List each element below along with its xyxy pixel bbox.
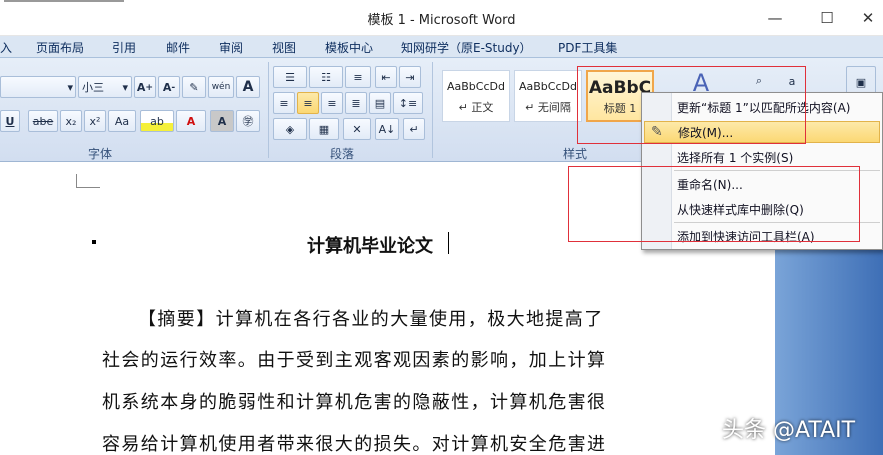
numbered-list-icon: ☷: [321, 70, 331, 84]
numbering-button[interactable]: ☷: [309, 66, 343, 88]
enclose-char-icon: ㊫: [242, 115, 254, 128]
ribbon-tabs: 入 页面布局 引用 邮件 审阅 视图 模板中心 知网研学（原E-Study） P…: [0, 36, 883, 58]
distribute-icon: ▤: [374, 96, 386, 110]
group-divider: [268, 62, 269, 158]
sort-icon: A↓: [378, 122, 396, 136]
pilcrow-icon: ↵: [409, 122, 419, 136]
watermark: 头条 @ATAIT: [722, 418, 856, 443]
char-border-icon: A: [242, 79, 254, 95]
font-size-combo[interactable]: 小三 ▾: [78, 76, 132, 98]
tab-template-center[interactable]: 模板中心: [325, 39, 373, 56]
bullets-button[interactable]: ☰: [273, 66, 307, 88]
eraser-icon: ✎: [189, 80, 199, 94]
word-window: 模板 1 - Microsoft Word — ☐ ✕ 入 页面布局 引用 邮件…: [0, 0, 883, 455]
char-border-button[interactable]: A: [236, 76, 260, 98]
tab-mailings[interactable]: 邮件: [166, 39, 190, 56]
superscript-button[interactable]: x²: [84, 110, 106, 132]
borders-button[interactable]: ▦: [309, 118, 339, 140]
document-icon: ▣: [855, 75, 867, 89]
enclose-char-button[interactable]: ㊫: [236, 110, 260, 132]
justify-button[interactable]: ≣: [345, 92, 367, 114]
bullet-list-icon: ☰: [285, 70, 295, 84]
window-tab-strip: [4, 0, 124, 4]
font-color-button[interactable]: A: [176, 110, 206, 132]
menu-item-select-all-instances[interactable]: 选择所有 1 个实例(S): [644, 146, 880, 168]
window-title: 模板 1 - Microsoft Word: [367, 13, 516, 28]
text-cursor: [448, 232, 449, 254]
margin-corner-mark: [76, 174, 100, 188]
document-line[interactable]: 容易给计算机使用者带来很大的损失。对计算机安全危害进: [102, 430, 606, 455]
highlighter-icon: ab: [150, 114, 164, 128]
font-size-value: 小三: [82, 81, 104, 94]
char-shading-button[interactable]: A: [210, 110, 234, 132]
subscript-button[interactable]: x₂: [60, 110, 82, 132]
tab-insert[interactable]: 入: [0, 39, 12, 56]
style-sample: AaBbCcDd: [519, 80, 577, 93]
shrink-font-button[interactable]: A-: [158, 76, 180, 98]
style-name: ↵ 正文: [458, 101, 494, 114]
font-name-combo[interactable]: ▾: [0, 76, 76, 98]
highlight-annotation-box: [568, 166, 860, 242]
align-left-button[interactable]: ≡: [273, 92, 295, 114]
tab-references[interactable]: 引用: [112, 39, 136, 56]
char-shading-icon: A: [217, 114, 227, 128]
align-right-icon: ≡: [327, 96, 337, 110]
font-color-icon: A: [186, 114, 196, 128]
styles-group-label: 样式: [563, 147, 588, 161]
line-spacing-button[interactable]: ↕≡: [393, 92, 423, 114]
grow-font-button[interactable]: A +: [134, 76, 156, 98]
tab-view[interactable]: 视图: [272, 39, 296, 56]
sort-button[interactable]: A↓: [375, 118, 399, 140]
chevron-down-icon: ▾: [122, 80, 128, 94]
highlight-button[interactable]: ab: [140, 110, 174, 132]
chinese-layout-icon: ✕: [352, 122, 362, 136]
style-name: ↵ 无间隔: [525, 101, 571, 114]
document-line[interactable]: 社会的运行效率。由于受到主观客观因素的影响，加上计算: [102, 346, 606, 372]
line-spacing-icon: ↕≡: [398, 96, 418, 110]
align-right-button[interactable]: ≡: [321, 92, 343, 114]
phonetic-guide-button[interactable]: wén: [208, 76, 234, 98]
align-center-button[interactable]: ≡: [297, 92, 319, 114]
borders-icon: ▦: [318, 122, 330, 136]
tab-review[interactable]: 审阅: [219, 39, 243, 56]
close-button[interactable]: ✕: [853, 6, 883, 30]
style-normal[interactable]: AaBbCcDd ↵ 正文: [442, 70, 510, 122]
shading-button[interactable]: ◈: [273, 118, 307, 140]
chinese-layout-button[interactable]: ✕: [343, 118, 371, 140]
document-line[interactable]: 【摘要】计算机在各行各业的大量使用，极大地提高了: [138, 305, 604, 331]
style-no-spacing[interactable]: AaBbCcDd ↵ 无间隔: [514, 70, 582, 122]
change-case-button[interactable]: Aa: [108, 110, 136, 132]
tab-cnki[interactable]: 知网研学（原E-Study）: [401, 39, 532, 56]
font-group-label: 字体: [88, 147, 113, 161]
title-bar: 模板 1 - Microsoft Word — ☐ ✕: [0, 0, 883, 36]
distribute-button[interactable]: ▤: [369, 92, 391, 114]
paragraph-group-label: 段落: [330, 147, 355, 161]
paragraph-mark-bullet: [92, 240, 96, 244]
justify-icon: ≣: [351, 96, 361, 110]
outdent-icon: ⇤: [381, 70, 391, 84]
style-sample: AaBbCcDd: [447, 80, 505, 93]
highlight-annotation-box: [577, 66, 806, 144]
multilevel-list-icon: ≡: [353, 70, 363, 84]
show-marks-button[interactable]: ↵: [403, 118, 425, 140]
decrease-indent-button[interactable]: ⇤: [375, 66, 397, 88]
document-title[interactable]: 计算机毕业论文: [307, 232, 433, 258]
indent-icon: ⇥: [405, 70, 415, 84]
maximize-button[interactable]: ☐: [812, 6, 842, 30]
phonetic-icon: wén: [211, 82, 231, 92]
tab-pdf-tools[interactable]: PDF工具集: [558, 39, 617, 56]
tab-page-layout[interactable]: 页面布局: [36, 39, 84, 56]
document-line[interactable]: 机系统本身的脆弱性和计算机危害的隐蔽性，计算机危害很: [102, 388, 606, 414]
clear-format-button[interactable]: ✎: [182, 76, 206, 98]
align-center-icon: ≡: [303, 96, 313, 110]
chevron-down-icon: ▾: [67, 80, 73, 94]
underline-button[interactable]: U: [0, 110, 20, 132]
group-divider: [432, 62, 433, 158]
paint-bucket-icon: ◈: [285, 122, 295, 136]
strikethrough-button[interactable]: abe: [28, 110, 58, 132]
increase-indent-button[interactable]: ⇥: [399, 66, 421, 88]
minimize-button[interactable]: —: [760, 6, 790, 30]
align-left-icon: ≡: [279, 96, 289, 110]
multilevel-list-button[interactable]: ≡: [345, 66, 371, 88]
